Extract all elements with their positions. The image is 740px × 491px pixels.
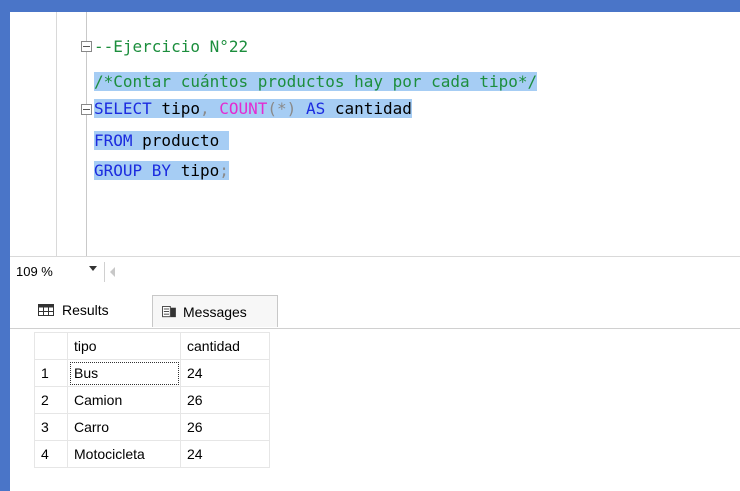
zoom-bar: 109 % [10,256,740,287]
cell-tipo[interactable]: Camion [67,386,181,414]
code-line-1[interactable]: --Ejercicio N°22 [94,34,248,60]
table-row[interactable]: 4 Motocicleta 24 [34,440,270,468]
row-number[interactable]: 3 [34,413,68,441]
code-line-4[interactable]: FROM producto [94,128,229,154]
editor-margin-line [56,12,57,256]
window-top-border [0,0,740,12]
results-grid[interactable]: tipo cantidad 1 Bus 24 2 Camion 26 3 Car… [34,332,270,468]
code-token: SELECT [94,99,152,118]
grid-corner-cell[interactable] [34,332,68,360]
code-token: ; [219,161,229,180]
tab-messages[interactable]: Messages [152,295,278,327]
cell-cantidad[interactable]: 26 [180,413,270,441]
cell-tipo[interactable]: Motocicleta [67,440,181,468]
code-token: /*Contar cuántos productos hay por cada … [94,72,538,91]
table-row[interactable]: 3 Carro 26 [34,413,270,441]
cell-cantidad[interactable]: 24 [180,440,270,468]
query-editor[interactable]: --Ejercicio N°22 /*Contar cuántos produc… [10,12,740,256]
code-token: FROM [94,131,133,150]
table-row[interactable]: 2 Camion 26 [34,386,270,414]
scroll-left-arrow-icon[interactable] [110,267,115,277]
cell-tipo[interactable]: Carro [67,413,181,441]
code-token: --Ejercicio N°22 [94,37,249,56]
results-pane: Results Messages tipo cantidad 1 Bus 2 4 … [10,286,740,491]
messages-icon [162,306,176,318]
code-token: (*) [267,99,297,118]
cell-cantidad[interactable]: 26 [180,386,270,414]
collapse-toggle-comment[interactable] [81,41,92,52]
code-token: GROUP BY [94,161,172,180]
code-token: , [199,99,210,118]
row-number[interactable]: 2 [34,386,68,414]
tab-results[interactable]: Results [38,294,148,326]
zoom-level[interactable]: 109 % [16,262,68,282]
code-token: producto [132,131,220,150]
tab-results-label: Results [62,302,109,318]
code-token: tipo [151,99,200,118]
grid-icon [38,304,54,316]
code-token: AS [296,99,326,118]
code-line-3[interactable]: SELECT tipo, COUNT(*) AS cantidad [94,96,412,122]
code-token: cantidad [325,99,412,118]
cell-cantidad[interactable]: 24 [180,359,270,387]
row-number[interactable]: 1 [34,359,68,387]
results-tabstrip: Results Messages [10,286,740,329]
cell-tipo[interactable]: Bus [67,359,181,387]
window-left-border [0,0,10,491]
code-token: COUNT [209,99,268,118]
table-row[interactable]: 1 Bus 24 [34,359,270,387]
collapse-toggle-select[interactable] [81,104,92,115]
chevron-down-icon[interactable] [89,266,97,271]
code-token: tipo [171,161,220,180]
tab-messages-label: Messages [183,304,247,320]
zoom-divider [104,262,105,282]
row-number[interactable]: 4 [34,440,68,468]
column-header-tipo[interactable]: tipo [67,332,181,360]
column-header-cantidad[interactable]: cantidad [180,332,270,360]
grid-header-row: tipo cantidad [34,332,270,360]
code-line-5[interactable]: GROUP BY tipo; [94,158,229,184]
code-line-2[interactable]: /*Contar cuántos productos hay por cada … [94,69,538,95]
